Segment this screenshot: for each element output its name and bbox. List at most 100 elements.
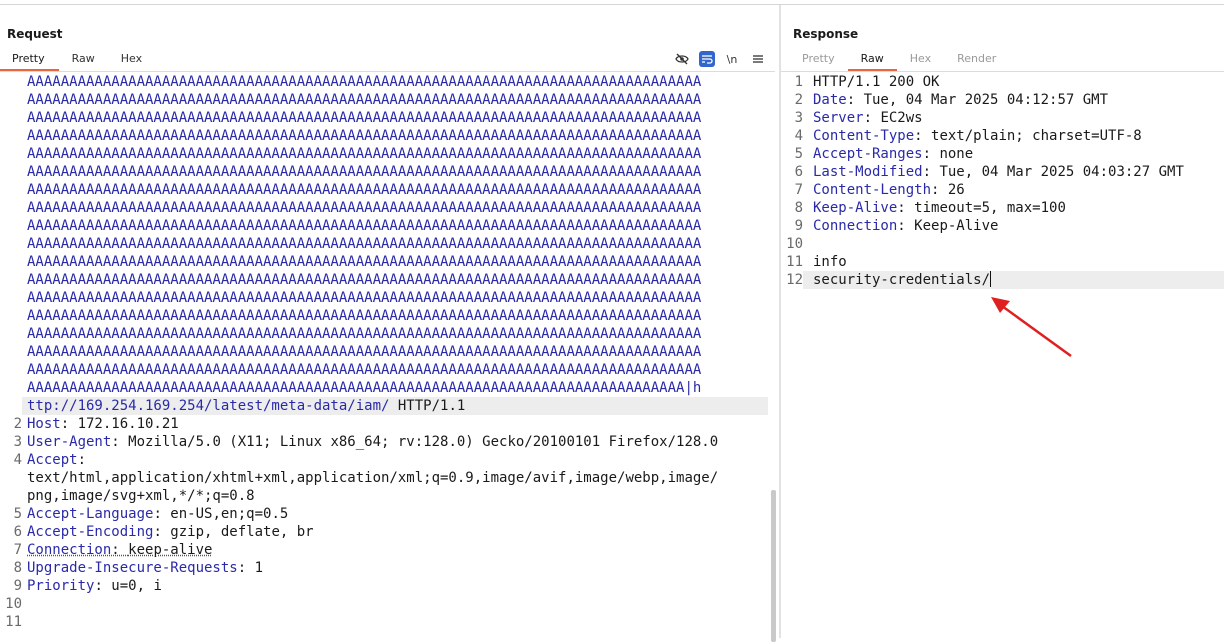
response-line: Keep-Alive: timeout=5, max=100 <box>813 199 1184 217</box>
header-separator: : <box>914 128 931 144</box>
line-number: 12 <box>781 271 803 289</box>
line-number: 7 <box>0 541 22 559</box>
wrap-icon[interactable] <box>699 51 715 67</box>
line-number <box>0 361 22 379</box>
payload-line: AAAAAAAAAAAAAAAAAAAAAAAAAAAAAAAAAAAAAAAA… <box>27 91 718 109</box>
line-value: timeout=5, max=100 <box>914 200 1066 216</box>
line-number <box>0 487 22 505</box>
payload-line: AAAAAAAAAAAAAAAAAAAAAAAAAAAAAAAAAAAAAAAA… <box>27 325 718 343</box>
line-number <box>0 163 22 181</box>
header-separator: : <box>864 110 881 126</box>
header-name: Upgrade-Insecure-Requests <box>27 560 238 576</box>
header-name: Server <box>813 110 864 126</box>
line-number <box>0 91 22 109</box>
tab-hex[interactable]: Hex <box>897 49 944 69</box>
header-separator: : <box>238 560 255 576</box>
line-number <box>0 469 22 487</box>
header-separator: : <box>897 200 914 216</box>
header-separator: : <box>923 146 940 162</box>
line-number <box>0 271 22 289</box>
request-tabs-divider <box>0 71 775 72</box>
response-title: Response <box>793 27 858 41</box>
header-separator: : <box>153 506 170 522</box>
line-number: 8 <box>781 199 803 217</box>
header-separator: : <box>94 578 111 594</box>
line-number <box>0 235 22 253</box>
payload-line: AAAAAAAAAAAAAAAAAAAAAAAAAAAAAAAAAAAAAAAA… <box>27 217 718 235</box>
header-separator: : <box>847 92 864 108</box>
header-name: Content-Type <box>813 128 914 144</box>
line-value: Tue, 04 Mar 2025 04:03:27 GMT <box>939 164 1183 180</box>
header-value: 172.16.10.21 <box>78 416 179 432</box>
response-line: Server: EC2ws <box>813 109 1184 127</box>
request-title: Request <box>7 27 63 41</box>
header-separator: : <box>78 452 86 468</box>
line-number <box>0 253 22 271</box>
line-number <box>0 127 22 145</box>
line-number: 4 <box>0 451 22 469</box>
line-value: Tue, 04 Mar 2025 04:12:57 GMT <box>864 92 1108 108</box>
header-separator: : <box>153 524 170 540</box>
line-number: 6 <box>0 523 22 541</box>
request-scrollbar[interactable] <box>771 490 776 642</box>
tab-raw[interactable]: Raw <box>59 49 108 69</box>
line-number <box>0 397 22 415</box>
header-name: Last-Modified <box>813 164 923 180</box>
header-separator: : <box>897 218 914 234</box>
request-editor[interactable]: 2 3 4 5 6 7 8 9 10 11 AAAAAAAAAAAAAAAAAAAAAAAAAA… <box>0 73 770 638</box>
request-code[interactable]: AAAAAAAAAAAAAAAAAAAAAAAAAAAAAAAAAAAAAAAA… <box>27 73 718 631</box>
request-url: ttp://169.254.169.254/latest/meta-data/i… <box>27 398 389 414</box>
response-code[interactable]: HTTP/1.1 200 OK Date: Tue, 04 Mar 2025 04… <box>813 73 1184 289</box>
payload-line: AAAAAAAAAAAAAAAAAAAAAAAAAAAAAAAAAAAAAAAA… <box>27 379 718 397</box>
header-row: Accept: <box>27 451 718 469</box>
response-editor[interactable]: 1 2 3 4 5 6 7 8 9 10 11 12 HTTP/1.1 200 OK Date: Tue… <box>781 73 1224 638</box>
menu-icon[interactable] <box>749 50 767 68</box>
line-value: EC2ws <box>880 110 922 126</box>
header-row: Upgrade-Insecure-Requests: 1 <box>27 559 718 577</box>
payload-line: AAAAAAAAAAAAAAAAAAAAAAAAAAAAAAAAAAAAAAAA… <box>27 163 718 181</box>
line-value: security-credentials/ <box>813 272 990 288</box>
line-number <box>0 109 22 127</box>
response-line: security-credentials/ <box>813 271 1184 289</box>
newline-icon[interactable]: \n <box>723 50 741 68</box>
header-row: text/html,application/xhtml+xml,applicat… <box>27 469 718 487</box>
line-value: none <box>939 146 973 162</box>
request-line-url: ttp://169.254.169.254/latest/meta-data/i… <box>27 397 718 415</box>
header-separator: : <box>61 416 78 432</box>
response-line: Last-Modified: Tue, 04 Mar 2025 04:03:27… <box>813 163 1184 181</box>
header-name: Accept-Ranges <box>813 146 923 162</box>
header-name: Connection <box>813 218 897 234</box>
header-separator: : <box>923 164 940 180</box>
header-row: Accept-Encoding: gzip, deflate, br <box>27 523 718 541</box>
header-name: User-Agent <box>27 434 111 450</box>
header-name: Keep-Alive <box>813 200 897 216</box>
line-number: 5 <box>0 505 22 523</box>
line-number: 9 <box>781 217 803 235</box>
tab-raw[interactable]: Raw <box>848 49 897 71</box>
line-number: 10 <box>0 595 22 613</box>
request-toolbar: \n <box>673 49 767 69</box>
line-number: 1 <box>781 73 803 91</box>
payload-line: AAAAAAAAAAAAAAAAAAAAAAAAAAAAAAAAAAAAAAAA… <box>27 127 718 145</box>
tab-pretty[interactable]: Pretty <box>789 49 848 69</box>
header-value: en-US,en;q=0.5 <box>170 506 288 522</box>
tab-render[interactable]: Render <box>944 49 1009 69</box>
header-name: Accept-Encoding <box>27 524 153 540</box>
payload-line: AAAAAAAAAAAAAAAAAAAAAAAAAAAAAAAAAAAAAAAA… <box>27 307 718 325</box>
payload-line: AAAAAAAAAAAAAAAAAAAAAAAAAAAAAAAAAAAAAAAA… <box>27 199 718 217</box>
response-line: Date: Tue, 04 Mar 2025 04:12:57 GMT <box>813 91 1184 109</box>
response-line: Accept-Ranges: none <box>813 145 1184 163</box>
header-separator: : <box>111 434 128 450</box>
eye-slash-icon[interactable] <box>673 50 691 68</box>
header-row <box>27 613 718 631</box>
tab-pretty[interactable]: Pretty <box>0 49 59 71</box>
response-tabs: Pretty Raw Hex Render <box>789 49 1009 71</box>
line-number <box>0 343 22 361</box>
line-number <box>0 379 22 397</box>
tab-hex[interactable]: Hex <box>108 49 155 69</box>
header-value: keep-alive <box>128 542 212 558</box>
payload-line: AAAAAAAAAAAAAAAAAAAAAAAAAAAAAAAAAAAAAAAA… <box>27 289 718 307</box>
http-version: HTTP/1.1 <box>389 398 465 414</box>
line-number: 2 <box>781 91 803 109</box>
header-row: Accept-Language: en-US,en;q=0.5 <box>27 505 718 523</box>
